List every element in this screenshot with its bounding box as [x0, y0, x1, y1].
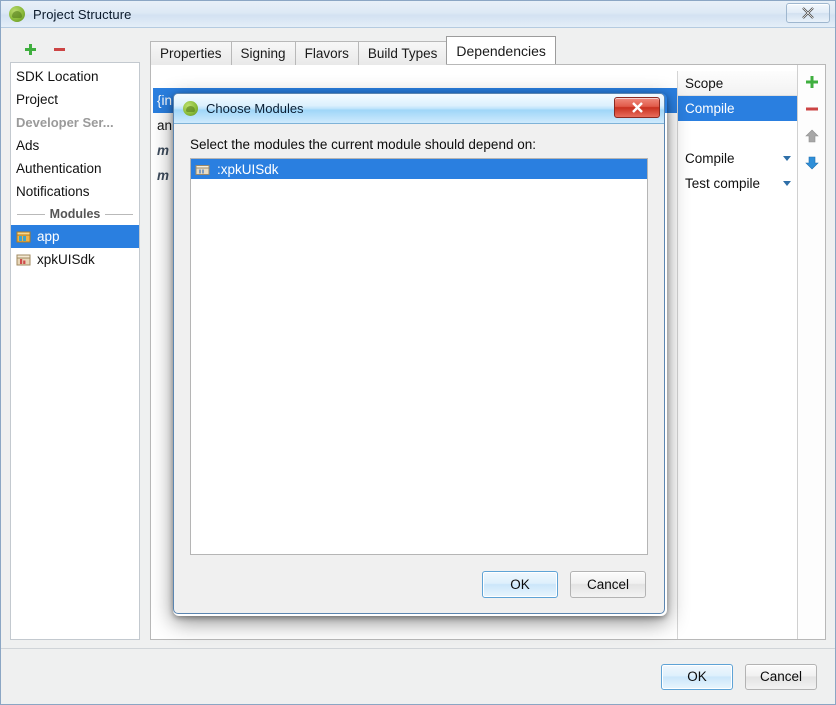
left-column: SDK Location Project Developer Ser... Ad…: [10, 36, 140, 648]
divider-right: [105, 213, 134, 215]
sidebar-item-app[interactable]: app: [11, 225, 139, 248]
ok-button[interactable]: OK: [660, 663, 733, 690]
dialog-prompt: Select the modules the current module sh…: [190, 137, 536, 152]
sidebar-item-xpkuisdk[interactable]: xpkUISdk: [11, 248, 139, 271]
move-up-button[interactable]: [803, 127, 821, 145]
sidebar-item-label: Authentication: [16, 161, 102, 176]
plus-icon: [25, 43, 36, 55]
divider-left: [17, 213, 45, 215]
tab-label: Properties: [160, 46, 222, 61]
sidebar-module-label: app: [37, 229, 60, 244]
module-label: :xpkUISdk: [217, 161, 279, 177]
module-app-icon: [16, 231, 31, 243]
tab-dependencies[interactable]: Dependencies: [446, 36, 556, 64]
window-footer: OK Cancel: [1, 648, 835, 704]
tab-label: Flavors: [304, 46, 349, 61]
plus-icon: [805, 76, 818, 88]
tab-label: Signing: [240, 46, 286, 61]
tab-label: Build Types: [367, 46, 438, 61]
module-icon: [195, 164, 210, 175]
chevron-down-icon: [783, 156, 791, 161]
scope-cell[interactable]: Compile: [678, 146, 797, 171]
scope-cell[interactable]: [678, 121, 797, 146]
sidebar-item-notifications[interactable]: Notifications: [11, 180, 139, 203]
remove-module-button[interactable]: [51, 41, 68, 58]
arrow-up-icon: [804, 129, 819, 143]
cancel-button[interactable]: Cancel: [744, 663, 817, 690]
sidebar-item-authentication[interactable]: Authentication: [11, 157, 139, 180]
minus-icon: [805, 107, 818, 111]
dialog-ok-button[interactable]: OK: [482, 570, 558, 598]
dialog-title: Choose Modules: [206, 101, 304, 116]
sidebar-group-label: Modules: [49, 207, 101, 221]
dependency-label: an: [157, 118, 173, 133]
window-close-button[interactable]: [786, 3, 830, 23]
sidebar-list[interactable]: SDK Location Project Developer Ser... Ad…: [10, 62, 140, 640]
tab-properties[interactable]: Properties: [150, 41, 231, 65]
add-dependency-button[interactable]: [803, 73, 821, 91]
sidebar-item-label: SDK Location: [16, 69, 99, 84]
window-title: Project Structure: [33, 6, 132, 22]
dependency-label: {in: [157, 93, 173, 108]
sidebar-item-sdk-location[interactable]: SDK Location: [11, 65, 139, 88]
android-studio-icon: [9, 6, 25, 22]
scope-cell[interactable]: Test compile: [678, 171, 797, 196]
sidebar-item-label: Ads: [16, 138, 40, 153]
tab-label: Dependencies: [456, 42, 546, 59]
scope-value: Test compile: [685, 176, 761, 191]
sidebar-item-label: Notifications: [16, 184, 90, 199]
scope-column: Scope Compile Compile Test compile: [677, 71, 797, 639]
scope-cell[interactable]: Compile: [678, 96, 797, 121]
sidebar-module-label: xpkUISdk: [37, 252, 95, 267]
android-studio-icon: [183, 101, 198, 116]
window-titlebar: Project Structure: [1, 1, 835, 28]
tab-flavors[interactable]: Flavors: [294, 41, 358, 65]
choose-modules-dialog: Choose Modules Select the modules the cu…: [173, 93, 665, 614]
sidebar-item-developer-services: Developer Ser...: [11, 111, 139, 134]
close-icon: [802, 7, 814, 19]
move-down-button[interactable]: [803, 154, 821, 172]
dependency-label: m: [157, 143, 170, 158]
scope-header-label: Scope: [685, 75, 724, 91]
sidebar-item-ads[interactable]: Ads: [11, 134, 139, 157]
remove-dependency-button[interactable]: [803, 100, 821, 118]
tab-build-types[interactable]: Build Types: [357, 41, 447, 65]
modules-list[interactable]: :xpkUISdk: [190, 158, 648, 555]
scope-value: Compile: [685, 101, 735, 116]
dialog-body: Select the modules the current module sh…: [174, 124, 664, 555]
dependency-label: m: [157, 168, 170, 183]
add-module-button[interactable]: [22, 41, 39, 58]
sidebar-item-label: Developer Ser...: [16, 115, 114, 130]
list-item[interactable]: :xpkUISdk: [191, 159, 647, 179]
modules-toolbar: [10, 36, 140, 62]
scope-column-header: Scope: [678, 71, 797, 96]
sidebar-item-label: Project: [16, 92, 59, 107]
sidebar-item-project[interactable]: Project: [11, 88, 139, 111]
minus-icon: [54, 47, 65, 51]
tabstrip: Properties Signing Flavors Build Types D…: [150, 36, 826, 65]
tab-signing[interactable]: Signing: [230, 41, 295, 65]
sidebar-group-modules: Modules: [11, 203, 139, 225]
close-icon: [631, 102, 643, 113]
dialog-footer: OK Cancel: [174, 555, 664, 613]
dialog-titlebar: Choose Modules: [174, 94, 664, 124]
module-library-icon: [16, 254, 31, 266]
dialog-close-button[interactable]: [614, 97, 660, 118]
dependencies-toolbar: [797, 65, 825, 639]
scope-value: Compile: [685, 151, 735, 166]
chevron-down-icon: [783, 181, 791, 186]
arrow-down-icon: [804, 156, 819, 170]
dialog-cancel-button[interactable]: Cancel: [570, 570, 646, 598]
